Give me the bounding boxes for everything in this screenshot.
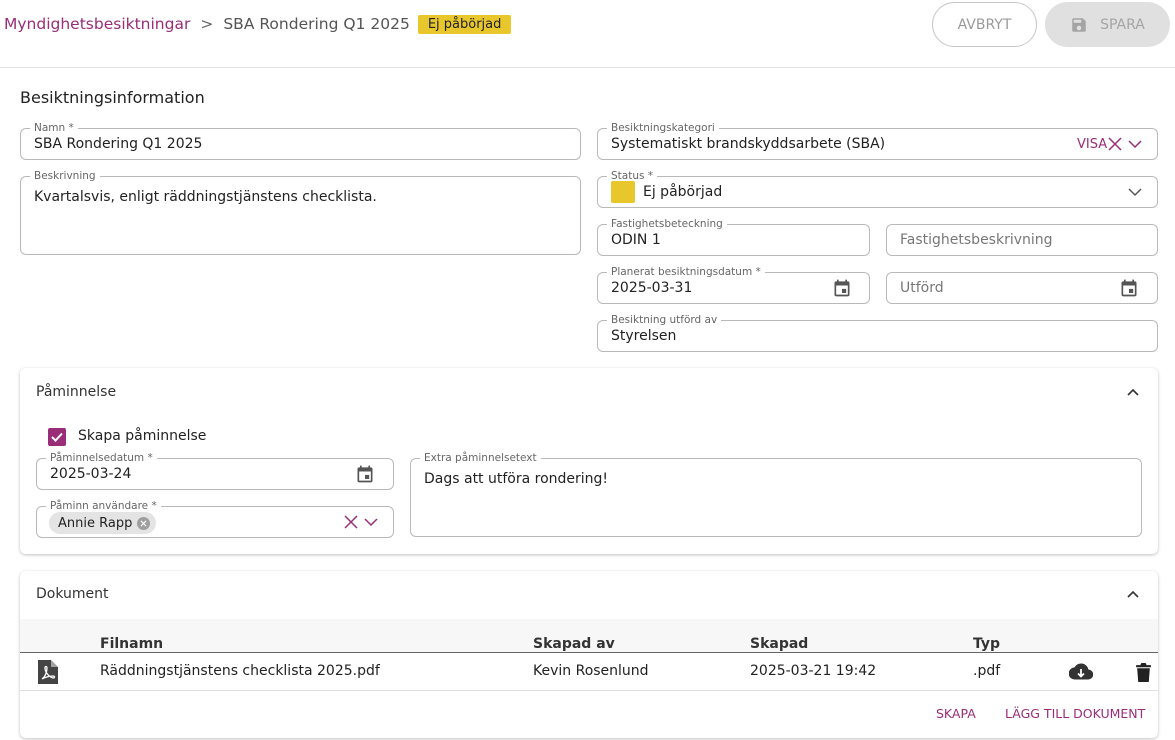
category-value: Systematiskt brandskyddsarbete (SBA) (611, 136, 886, 152)
planned-date-value: 2025-03-31 (611, 280, 693, 296)
breadcrumb: Myndighetsbesiktningar > SBA Rondering Q… (4, 12, 512, 36)
chevron-up-icon[interactable] (1125, 384, 1141, 400)
save-button-label: SPARA (1100, 16, 1145, 33)
cancel-button-label: AVBRYT (957, 16, 1012, 33)
column-header-created[interactable]: Skapad (750, 636, 808, 652)
status-color-swatch (611, 181, 635, 203)
performed-by-field[interactable]: Besiktning utförd av Styrelsen (597, 313, 1158, 352)
save-icon (1070, 16, 1088, 34)
calendar-icon[interactable] (354, 463, 376, 485)
reminder-text-field[interactable]: Extra påminnelsetext Dags att utföra ron… (410, 451, 1142, 537)
save-button[interactable]: SPARA (1045, 2, 1170, 47)
description-label: Beskrivning (30, 169, 100, 183)
property-field[interactable]: Fastighetsbeteckning ODIN 1 (597, 217, 870, 256)
row-divider (20, 690, 1158, 691)
performed-date-field[interactable]: Utförd (886, 272, 1158, 304)
reminder-users-field[interactable]: Påminn användare * Annie Rapp (36, 499, 394, 538)
reminder-card: Påminnelse Skapa påminnelse Påminnelseda… (20, 368, 1158, 554)
status-badge: Ej påbörjad (417, 14, 512, 34)
description-value: Kvartalsvis, enligt räddningstjänstens c… (34, 189, 377, 205)
planned-date-field[interactable]: Planerat besiktningsdatum * 2025-03-31 (597, 265, 870, 304)
category-label: Besiktningskategori (607, 121, 719, 135)
property-label: Fastighetsbeteckning (607, 217, 727, 231)
chevron-down-icon[interactable] (1127, 184, 1143, 200)
performed-by-label: Besiktning utförd av (607, 313, 722, 327)
chevron-down-icon[interactable] (363, 514, 379, 530)
reminder-checkbox[interactable] (48, 428, 66, 446)
clear-icon[interactable] (343, 514, 359, 530)
reminder-date-value: 2025-03-24 (50, 466, 132, 482)
cell-filename[interactable]: Räddningstjänstens checklista 2025.pdf (100, 663, 380, 679)
section-title: Besiktningsinformation (20, 88, 205, 107)
breadcrumb-current: SBA Rondering Q1 2025 (223, 15, 410, 33)
chevron-up-icon[interactable] (1125, 586, 1141, 602)
property-description-placeholder: Fastighetsbeskrivning (900, 232, 1053, 248)
cell-type: .pdf (973, 663, 1001, 679)
category-show-link[interactable]: VISA (1077, 137, 1107, 152)
user-chip-label: Annie Rapp (58, 515, 133, 531)
name-value: SBA Rondering Q1 2025 (34, 136, 203, 152)
add-document-button[interactable]: LÄGG TILL DOKUMENT (1005, 706, 1145, 721)
reminder-date-field[interactable]: Påminnelsedatum * 2025-03-24 (36, 451, 394, 490)
description-field[interactable]: Beskrivning Kvartalsvis, enligt räddning… (20, 169, 581, 255)
property-value: ODIN 1 (611, 232, 661, 248)
calendar-icon[interactable] (1118, 277, 1140, 299)
performed-by-value: Styrelsen (611, 328, 677, 344)
calendar-icon[interactable] (831, 277, 853, 299)
category-field[interactable]: Besiktningskategori Systematiskt brandsk… (597, 121, 1158, 160)
status-field[interactable]: Status * Ej påbörjad (597, 169, 1158, 208)
reminder-text-value: Dags att utföra rondering! (424, 471, 609, 487)
cell-created-by: Kevin Rosenlund (533, 663, 649, 679)
documents-title: Dokument (36, 586, 109, 602)
reminder-text-label: Extra påminnelsetext (420, 451, 541, 465)
user-chip[interactable]: Annie Rapp (49, 512, 157, 534)
column-header-filename[interactable]: Filnamn (100, 636, 163, 652)
trash-icon[interactable] (1133, 660, 1153, 684)
download-cloud-icon[interactable] (1068, 660, 1094, 684)
column-header-created-by[interactable]: Skapad av (533, 636, 615, 652)
status-value: Ej påbörjad (643, 184, 723, 200)
breadcrumb-parent-link[interactable]: Myndighetsbesiktningar (4, 15, 190, 33)
top-bar: Myndighetsbesiktningar > SBA Rondering Q… (0, 0, 1175, 68)
reminder-checkbox-label: Skapa påminnelse (78, 428, 207, 444)
reminder-users-label: Påminn användare * (46, 499, 161, 513)
create-document-button[interactable]: SKAPA (936, 706, 976, 721)
name-field[interactable]: Namn * SBA Rondering Q1 2025 (20, 121, 581, 160)
documents-card: Dokument (20, 571, 1158, 738)
reminder-title: Påminnelse (36, 384, 117, 400)
cancel-button[interactable]: AVBRYT (932, 2, 1037, 47)
cell-created: 2025-03-21 19:42 (750, 663, 877, 679)
performed-placeholder: Utförd (900, 280, 944, 296)
chip-remove-icon[interactable] (137, 516, 151, 530)
reminder-date-label: Påminnelsedatum * (46, 451, 157, 465)
property-description-field[interactable]: Fastighetsbeskrivning (886, 224, 1158, 256)
clear-icon[interactable] (1107, 136, 1123, 152)
planned-date-label: Planerat besiktningsdatum * (607, 265, 765, 279)
pdf-file-icon (37, 659, 59, 685)
name-label: Namn * (30, 121, 78, 135)
column-header-type[interactable]: Typ (973, 636, 1000, 652)
chevron-down-icon[interactable] (1127, 136, 1143, 152)
breadcrumb-separator: > (200, 15, 214, 33)
